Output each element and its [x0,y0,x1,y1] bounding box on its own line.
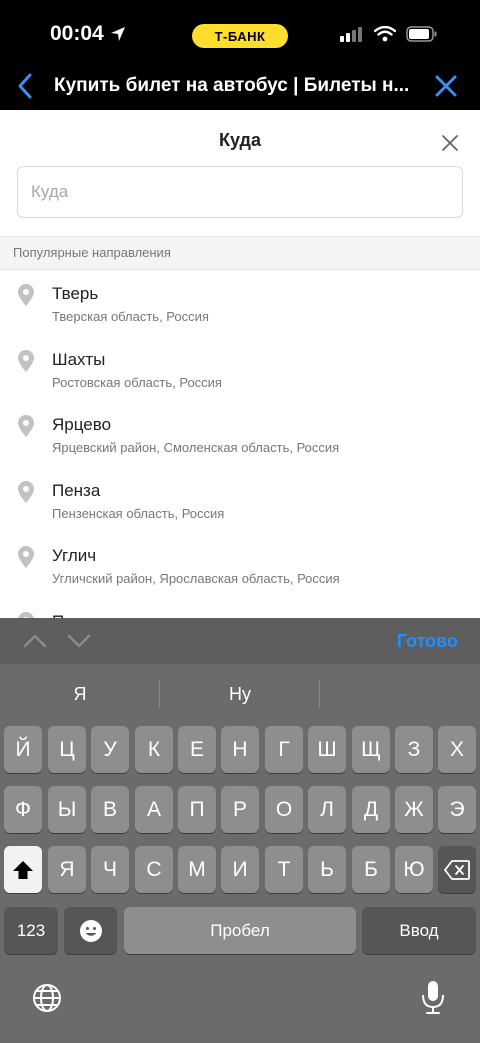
backspace-icon [444,859,470,880]
key[interactable]: Ы [48,786,86,833]
suggestion-1[interactable]: Я [0,684,160,705]
destination-search-input[interactable] [18,167,462,217]
destination-sheet: Куда Популярные направления Тверь Тверск… [0,110,480,618]
keyboard: Готово Я Ну Й Ц У К Е Н Г Ш Щ З Х Ф Ы В … [0,618,480,1043]
destination-name: Тверь [52,284,99,303]
key[interactable]: А [135,786,173,833]
key[interactable]: Э [438,786,476,833]
key[interactable]: К [135,726,173,773]
key[interactable]: У [91,726,129,773]
destination-region: Пензенская область, Россия [52,505,225,521]
destination-name: Ярцево [52,415,112,434]
key[interactable]: З [395,726,433,773]
close-icon[interactable] [438,131,462,155]
suggestion-2[interactable]: Ну [160,684,320,705]
location-pin-icon [18,349,34,372]
key[interactable]: Ж [395,786,433,833]
return-key[interactable]: Ввод [362,907,476,954]
key[interactable]: Б [352,846,390,893]
list-item[interactable]: Пенза Пензенская область, Россия [0,467,480,533]
cellular-signal-icon [340,27,362,42]
status-bar: 00:04 Т-БАНК [0,0,480,70]
key[interactable]: Й [4,726,42,773]
key[interactable]: М [178,846,216,893]
key[interactable]: Т [265,846,303,893]
backspace-key[interactable] [438,846,476,893]
keyboard-toolbar: Готово [0,618,480,664]
close-browser-icon[interactable] [434,72,458,100]
space-key[interactable]: Пробел [124,907,356,954]
numbers-label: 123 [16,920,46,940]
key[interactable]: Щ [352,726,390,773]
wifi-icon [374,26,396,42]
destination-region: Ярцевский район, Смоленская область, Рос… [52,440,340,455]
key[interactable]: Ю [395,846,433,893]
key[interactable]: Е [178,726,216,773]
destination-name: Пенза [52,480,101,500]
key[interactable]: Я [48,846,86,893]
location-arrow-icon [110,27,125,41]
list-item[interactable]: П [0,598,480,618]
key[interactable]: С [135,846,173,893]
key[interactable]: Х [438,726,476,773]
destination-region: Тверская область, Россия [52,309,209,324]
key[interactable]: Г [265,726,303,773]
page-title: Купить билет на автобус | Билеты н... [54,75,410,96]
key[interactable]: Ь [308,846,346,893]
done-button[interactable]: Готово [397,631,458,652]
suggestion-divider [319,680,320,708]
sheet-title: Куда [219,130,261,150]
microphone-icon[interactable] [420,980,446,1016]
browser-title-bar: Купить билет на автобус | Билеты н... [0,70,480,110]
destination-region: Ростовская область, Россия [52,374,222,390]
destination-name: Углич [52,546,97,565]
status-time: 00:04 [50,22,126,46]
key[interactable]: Р [221,786,259,833]
numbers-key[interactable]: 123 [4,907,58,954]
key[interactable]: П [178,786,216,833]
destination-list: Тверь Тверская область, Россия Шахты Рос… [0,270,480,618]
key[interactable]: В [91,786,129,833]
key[interactable]: Д [352,786,390,833]
destination-search-box[interactable] [17,166,463,218]
key[interactable]: Ч [91,846,129,893]
section-header: Популярные направления [0,236,480,270]
back-chevron-icon[interactable] [14,72,38,100]
globe-icon[interactable] [31,982,63,1014]
location-pin-icon [18,480,34,503]
list-item[interactable]: Ярцево Ярцевский район, Смоленская облас… [0,401,480,467]
list-item[interactable]: Тверь Тверская область, Россия [0,270,480,336]
space-label: Пробел [210,920,270,940]
location-pin-icon [18,284,34,306]
key[interactable]: О [265,786,303,833]
carrier-badge[interactable]: Т-БАНК [192,24,288,48]
time-text: 00:04 [50,22,104,45]
battery-icon [406,26,437,42]
key[interactable]: Л [308,786,346,833]
list-item[interactable]: Шахты Ростовская область, Россия [0,336,480,402]
key[interactable]: Ф [4,786,42,833]
list-item[interactable]: Углич Угличский район, Ярославская облас… [0,532,480,598]
key[interactable]: И [221,846,259,893]
return-label: Ввод [399,920,439,940]
shift-key[interactable] [4,846,42,893]
chevron-up-icon[interactable] [22,630,48,652]
chevron-down-icon[interactable] [66,630,92,652]
destination-region: Угличский район, Ярославская область, Ро… [52,571,340,586]
key[interactable]: Н [221,726,259,773]
shift-arrow-icon [13,860,33,879]
location-pin-icon [18,415,34,437]
key[interactable]: Ц [48,726,86,773]
destination-name: Шахты [52,349,106,369]
status-icons [340,26,438,42]
suggestion-bar: Я Ну [0,670,480,716]
location-pin-icon [18,546,34,568]
key[interactable]: Ш [308,726,346,773]
emoji-key[interactable] [64,907,117,954]
emoji-icon [79,919,102,942]
